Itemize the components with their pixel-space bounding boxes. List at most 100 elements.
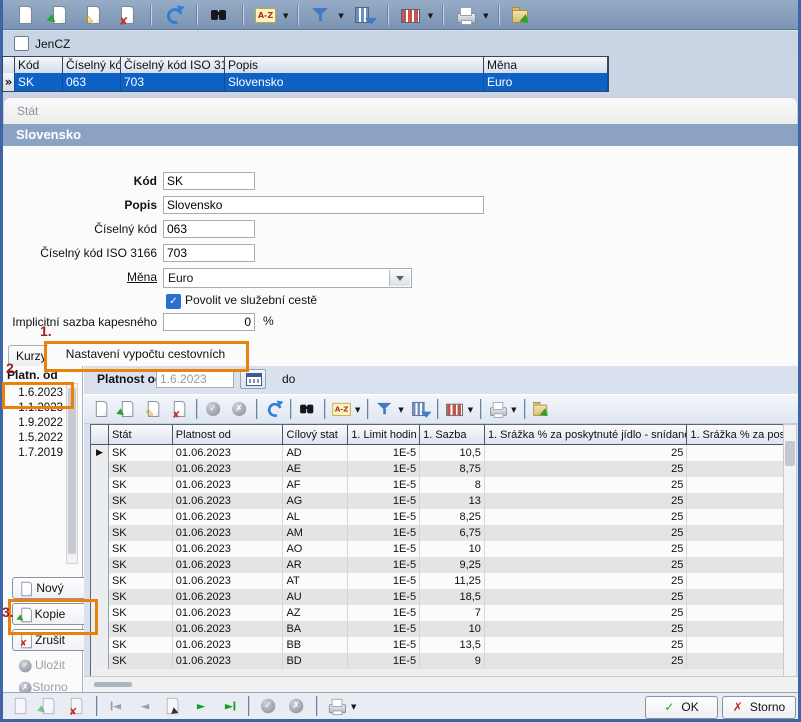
grid-row[interactable]: SK01.06.2023BA1E-51025 [91,621,796,637]
sazba-input[interactable] [163,313,255,331]
grid-cell: AL [283,509,348,525]
print-icon[interactable] [326,695,348,717]
mena-label[interactable]: Měna [127,268,157,286]
nav-first-icon[interactable]: ◄ [106,695,128,717]
grid-row[interactable]: SK01.06.2023BD1E-5925 [91,653,796,669]
grid-row[interactable]: ▶SK01.06.2023AD1E-510,525 [91,445,796,461]
kod-input[interactable] [163,172,255,190]
export-icon[interactable] [531,398,552,419]
dropdown-caret-icon[interactable]: ▼ [511,406,516,414]
scrollbar-thumb[interactable] [68,388,76,554]
novy-button[interactable]: Nový [12,577,88,599]
grid-vscroll-thumb[interactable] [785,441,795,466]
ok-button[interactable]: ✓OK [645,696,718,719]
doc-goto-icon[interactable] [162,695,184,717]
doc-delete-icon[interactable]: ✘ [116,3,140,27]
dropdown-caret-icon[interactable]: ▼ [283,12,288,20]
doc-delete-icon: ✘ [17,631,36,650]
doc-edit-icon[interactable]: ✎ [143,398,164,419]
mena-dropdown-icon[interactable] [389,270,410,286]
nav-prev-icon[interactable]: ◄ [134,695,156,717]
grid-cell: 18,5 [420,589,485,605]
zrusit-button[interactable]: ✘ Zrušit [12,629,88,651]
date-list-scrollbar[interactable] [66,383,78,564]
grid-row[interactable]: SK01.06.2023AL1E-58,2525 [91,509,796,525]
grid-vertical-scrollbar[interactable] [783,424,797,677]
doc-new-icon[interactable] [14,3,38,27]
ok-circle-icon[interactable]: ✓ [203,398,224,419]
mena-combobox[interactable]: Euro [163,268,412,288]
toolbar-separator [150,5,152,25]
ciselny-kod-input[interactable] [163,220,255,238]
sort-az-icon[interactable]: A-Z [254,3,278,27]
date-list-item[interactable]: 1.1.2023 [3,401,63,416]
calendar-button[interactable] [240,369,266,389]
ok-circle-icon[interactable]: ✓ [258,695,280,717]
doc-new-icon[interactable] [91,398,112,419]
columns-icon[interactable] [444,398,465,419]
dropdown-caret-icon[interactable]: ▼ [351,703,356,711]
refresh-icon[interactable] [162,3,186,27]
nav-last-icon[interactable]: ► [218,695,240,717]
grid-cell: 25 [485,541,687,557]
doc-delete-icon[interactable]: ✘ [169,398,190,419]
dropdown-caret-icon[interactable]: ▼ [355,406,360,414]
export-icon[interactable] [510,3,534,27]
date-list-item[interactable]: 1.6.2023 [3,386,63,401]
filter-icon[interactable] [309,3,333,27]
grid-row[interactable]: SK01.06.2023AG1E-51325 [91,493,796,509]
countries-header-cell: Číselný kód [63,57,121,73]
date-list-item[interactable]: 1.7.2019 [3,446,63,461]
platnost-od-input[interactable] [156,370,234,388]
find-icon[interactable] [208,3,232,27]
date-list-item[interactable]: 1.9.2022 [3,416,63,431]
iso-kod-input[interactable] [163,244,255,262]
grid-row[interactable]: SK01.06.2023AM1E-56,7525 [91,525,796,541]
grid-horizontal-scrollbar[interactable] [84,676,798,692]
dropdown-caret-icon[interactable]: ▼ [468,406,473,414]
grid-row-selector [91,637,109,653]
doc-delete-icon[interactable]: ✘ [66,695,88,717]
filter-columns-icon[interactable] [353,3,377,27]
doc-copy-icon[interactable] [117,398,138,419]
print-icon[interactable] [488,398,509,419]
dropdown-caret-icon[interactable]: ▼ [398,406,403,414]
refresh-icon[interactable] [263,398,284,419]
tab-nastaveni-nahrad[interactable]: Nastavení vypočtu cestovních náhrad [48,343,243,366]
grid-row[interactable]: SK01.06.2023AF1E-5825 [91,477,796,493]
doc-copy-icon[interactable] [38,695,60,717]
cancel-circle-icon[interactable]: ✗ [229,398,250,419]
filter-columns-icon[interactable] [410,398,431,419]
date-list-item[interactable]: 1.5.2022 [3,431,63,446]
country-detail-form: Kód Popis Číselný kód Číselný kód ISO 31… [3,146,798,341]
doc-edit-icon[interactable]: ✎ [82,3,106,27]
columns-icon[interactable] [399,3,423,27]
selected-row-marker: » [3,73,15,91]
countries-table-selected-row[interactable]: »SK063703SlovenskoEuro [3,73,608,91]
dropdown-caret-icon[interactable]: ▼ [428,12,433,20]
sort-az-icon[interactable]: A-Z [331,398,352,419]
povolit-checkbox[interactable]: ✓ [166,294,181,309]
cancel-circle-icon[interactable]: ✗ [286,695,308,717]
grid-hscroll-thumb[interactable] [94,682,132,687]
jencz-checkbox[interactable] [14,36,29,51]
doc-new-icon[interactable] [10,695,32,717]
storno-button[interactable]: ✗Storno [722,696,796,719]
grid-row[interactable]: SK01.06.2023AU1E-518,525 [91,589,796,605]
grid-cell: 25 [485,605,687,621]
grid-row[interactable]: SK01.06.2023AT1E-511,2525 [91,573,796,589]
dropdown-caret-icon[interactable]: ▼ [338,12,343,20]
popis-input[interactable] [163,196,484,214]
doc-copy-icon[interactable] [48,3,72,27]
grid-row[interactable]: SK01.06.2023AR1E-59,2525 [91,557,796,573]
find-icon[interactable] [297,398,318,419]
grid-row[interactable]: SK01.06.2023AZ1E-5725 [91,605,796,621]
dropdown-caret-icon[interactable]: ▼ [483,12,488,20]
grid-row[interactable]: SK01.06.2023AE1E-58,7525 [91,461,796,477]
grid-row[interactable]: SK01.06.2023AO1E-51025 [91,541,796,557]
nav-next-icon[interactable]: ► [190,695,212,717]
filter-icon[interactable] [375,398,396,419]
kopie-button[interactable]: Kopie [12,603,88,625]
grid-row[interactable]: SK01.06.2023BB1E-513,525 [91,637,796,653]
print-icon[interactable] [454,3,478,27]
